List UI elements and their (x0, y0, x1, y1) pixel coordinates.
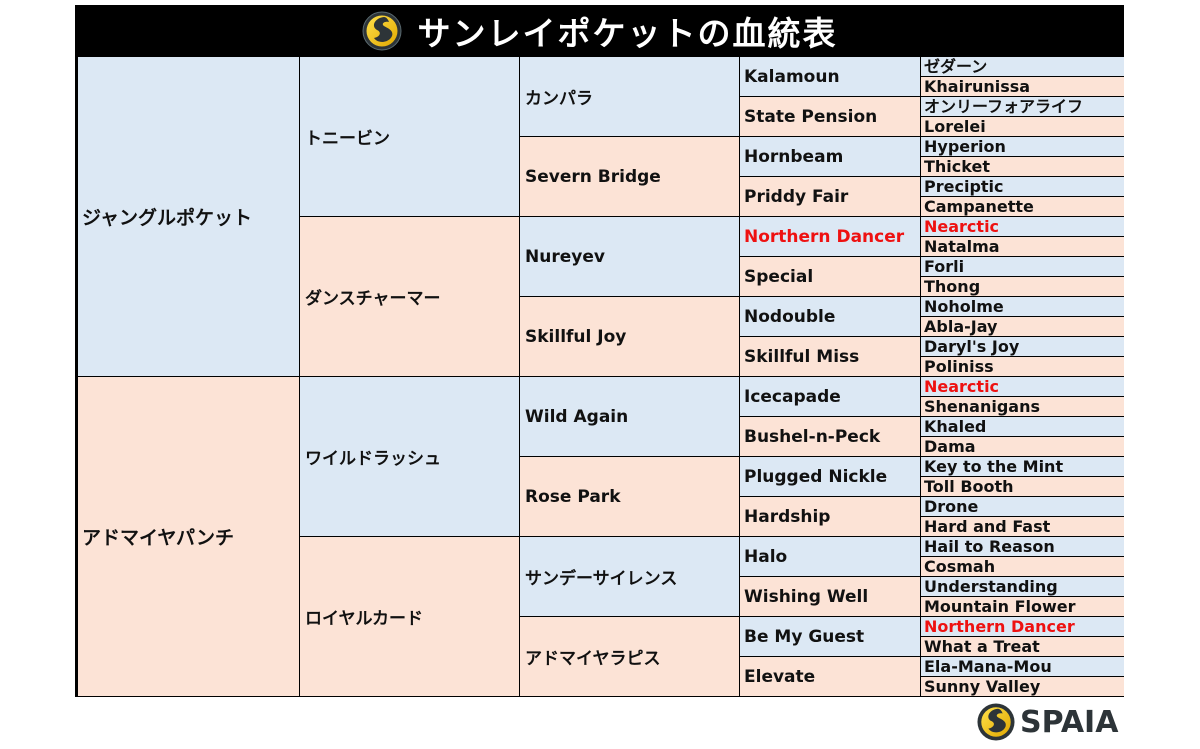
pedigree-cell-gen3: Severn Bridge (520, 137, 740, 217)
pedigree-cell-gen5: Hail to Reason (921, 537, 1124, 557)
pedigree-cell-gen5: Poliniss (921, 357, 1124, 377)
pedigree-cell-gen5: Drone (921, 497, 1124, 517)
pedigree-cell-gen5: What a Treat (921, 637, 1124, 657)
spaia-swirl-icon (362, 11, 401, 51)
pedigree-cell-gen4: Nodouble (740, 297, 921, 337)
pedigree-cell-gen5: Abla-Jay (921, 317, 1124, 337)
pedigree-cell-gen5: Hard and Fast (921, 517, 1124, 537)
pedigree-cell-gen3: Skillful Joy (520, 297, 740, 377)
pedigree-cell-gen5: Preciptic (921, 177, 1124, 197)
pedigree-cell-gen3: サンデーサイレンス (520, 537, 740, 617)
pedigree-cell-gen4: Plugged Nickle (740, 457, 921, 497)
pedigree-cell-gen2: ワイルドラッシュ (300, 377, 520, 537)
pedigree-cell-gen5: Lorelei (921, 117, 1124, 137)
pedigree-cell-gen2: ロイヤルカード (300, 537, 520, 697)
pedigree-cell-gen5: Nearctic (921, 217, 1124, 237)
pedigree-cell-gen5: Khairunissa (921, 77, 1124, 97)
pedigree-cell-gen1: ジャングルポケット (78, 57, 300, 377)
pedigree-cell-gen5: Thong (921, 277, 1124, 297)
brand-name: SPAIA (1020, 704, 1119, 740)
pedigree-cell-gen3: Nureyev (520, 217, 740, 297)
pedigree-cell-gen5: Key to the Mint (921, 457, 1124, 477)
pedigree-cell-gen3: Wild Again (520, 377, 740, 457)
pedigree-cell-gen5: Sunny Valley (921, 677, 1124, 697)
pedigree-cell-gen5: Campanette (921, 197, 1124, 217)
pedigree-cell-gen5: オンリーフォアライフ (921, 97, 1124, 117)
pedigree-cell-gen5: Forli (921, 257, 1124, 277)
pedigree-cell-gen3: Rose Park (520, 457, 740, 537)
spaia-logo: SPAIA (977, 703, 1118, 741)
pedigree-cell-gen5: Nearctic (921, 377, 1124, 397)
pedigree-cell-gen4: Bushel-n-Peck (740, 417, 921, 457)
pedigree-cell-gen4: Priddy Fair (740, 177, 921, 217)
pedigree-cell-gen5: Understanding (921, 577, 1124, 597)
pedigree-cell-gen5: Dama (921, 437, 1124, 457)
pedigree-cell-gen2: ダンスチャーマー (300, 217, 520, 377)
pedigree-cell-gen4: Skillful Miss (740, 337, 921, 377)
pedigree-cell-gen5: Daryl's Joy (921, 337, 1124, 357)
pedigree-cell-gen5: Noholme (921, 297, 1124, 317)
pedigree-cell-gen4: State Pension (740, 97, 921, 137)
pedigree-table: ジャングルポケット アドマイヤパンチ トニービン ダンスチャーマー ワイルドラッシュ ロイ… (75, 57, 1124, 697)
pedigree-cell-gen5: Northern Dancer (921, 617, 1124, 637)
pedigree-cell-gen5: Shenanigans (921, 397, 1124, 417)
pedigree-cell-gen5: Natalma (921, 237, 1124, 257)
pedigree-cell-gen3: カンパラ (520, 57, 740, 137)
pedigree-cell-gen5: Ela-Mana-Mou (921, 657, 1124, 677)
title-bar: サンレイポケットの血統表 (75, 5, 1124, 57)
pedigree-cell-gen2: トニービン (300, 57, 520, 217)
spaia-swirl-icon (977, 703, 1015, 741)
pedigree-cell-gen4: Halo (740, 537, 921, 577)
pedigree-cell-gen4: Hornbeam (740, 137, 921, 177)
pedigree-cell-gen4: Wishing Well (740, 577, 921, 617)
page-title: サンレイポケットの血統表 (417, 14, 838, 53)
pedigree-cell-gen5: Khaled (921, 417, 1124, 437)
pedigree-cell-gen4: Be My Guest (740, 617, 921, 657)
pedigree-cell-gen4: Special (740, 257, 921, 297)
pedigree-cell-gen3: アドマイヤラピス (520, 617, 740, 697)
pedigree-cell-gen4: Elevate (740, 657, 921, 697)
pedigree-cell-gen1: アドマイヤパンチ (78, 377, 300, 697)
pedigree-cell-gen4: Icecapade (740, 377, 921, 417)
pedigree-cell-gen5: Thicket (921, 157, 1124, 177)
pedigree-cell-gen5: Hyperion (921, 137, 1124, 157)
pedigree-cell-gen5: Mountain Flower (921, 597, 1124, 617)
pedigree-cell-gen4: Kalamoun (740, 57, 921, 97)
pedigree-cell-gen5: Toll Booth (921, 477, 1124, 497)
pedigree-cell-gen5: Cosmah (921, 557, 1124, 577)
pedigree-cell-gen5: ゼダーン (921, 57, 1124, 77)
pedigree-cell-gen4: Hardship (740, 497, 921, 537)
pedigree-cell-gen4: Northern Dancer (740, 217, 921, 257)
